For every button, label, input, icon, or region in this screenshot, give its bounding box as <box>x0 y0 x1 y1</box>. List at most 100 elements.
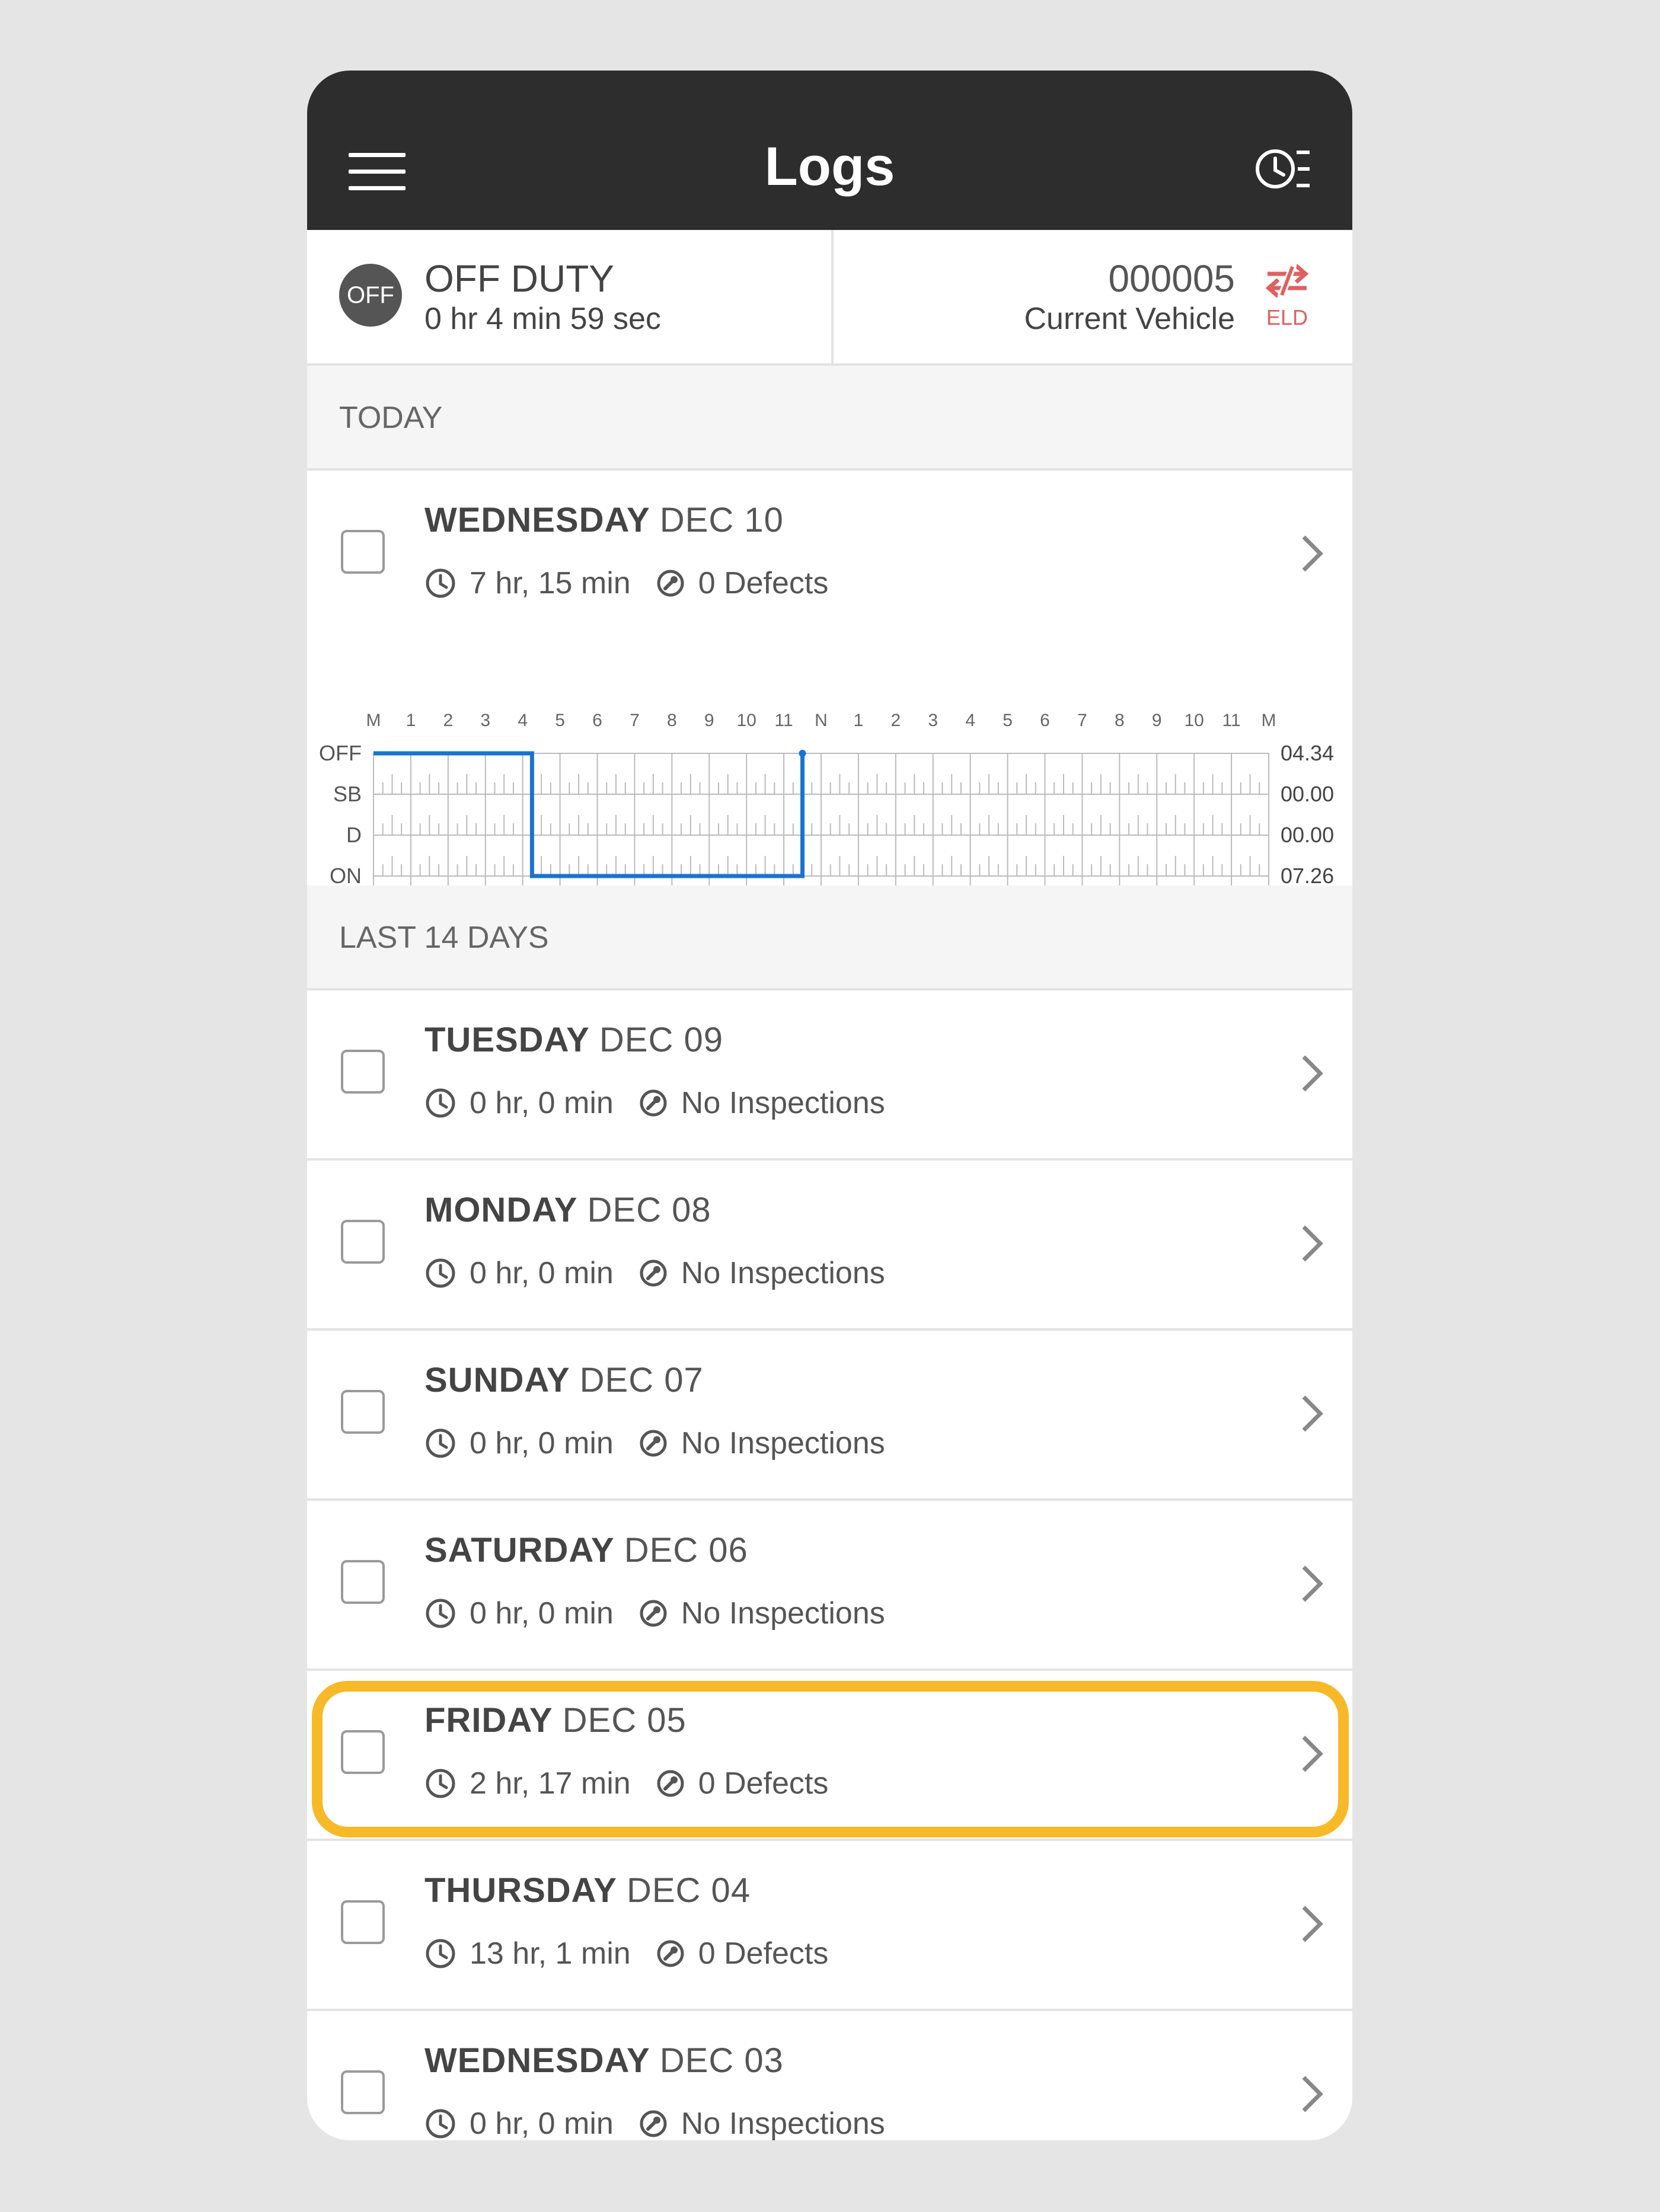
hour-label: 8 <box>667 711 677 730</box>
section-today: TODAY <box>307 366 1352 471</box>
wrench-icon <box>657 570 684 597</box>
row-checkbox[interactable] <box>341 1730 385 1774</box>
row-day: WEDNESDAY DEC 03 <box>424 2041 784 2080</box>
wrench-icon <box>640 1600 667 1627</box>
log-row[interactable]: WEDNESDAY DEC 03 0 hr, 0 min No Inspection… <box>307 2011 1352 2140</box>
row-checkbox[interactable] <box>341 1560 385 1604</box>
log-row[interactable]: MONDAY DEC 08 0 hr, 0 min No Inspections <box>307 1161 1352 1331</box>
hour-label: 11 <box>1222 711 1241 730</box>
status-total: 00.00 <box>1281 823 1334 847</box>
clock-icon <box>426 1939 455 1968</box>
row-date: DEC 04 <box>626 1871 751 1910</box>
log-row[interactable]: SUNDAY DEC 07 0 hr, 0 min No Inspections <box>307 1331 1352 1501</box>
status-total: 00.00 <box>1281 782 1334 806</box>
row-date: DEC 03 <box>659 2041 784 2080</box>
log-row-today[interactable]: WEDNESDAY DEC 10 7 hr, 15 min 0 Defects … <box>307 471 1352 954</box>
hour-label: 7 <box>630 711 640 730</box>
hour-label: 7 <box>1077 711 1087 730</box>
clock-icon <box>426 1599 455 1628</box>
hour-label: M <box>366 711 381 730</box>
row-inspection: 0 Defects <box>698 1766 829 1801</box>
duty-status-bar: OFF OFF DUTY 0 hr 4 min 59 sec 000005 Cu… <box>307 230 1352 366</box>
eld-disconnected-icon <box>1265 263 1309 299</box>
wrench-icon <box>657 1940 684 1967</box>
row-checkbox[interactable] <box>341 1390 385 1434</box>
wrench-icon <box>640 1260 667 1287</box>
hour-label: 5 <box>555 711 565 730</box>
hour-label: 1 <box>854 711 864 730</box>
hour-label: M <box>1262 711 1276 730</box>
eld-label: ELD <box>1266 305 1308 330</box>
hour-label: 10 <box>1184 711 1204 730</box>
row-meta: 0 hr, 0 min No Inspections <box>424 1425 885 1461</box>
hour-label: 10 <box>736 711 756 730</box>
row-meta: 0 hr, 0 min No Inspections <box>424 1255 885 1291</box>
divider <box>831 230 834 363</box>
page-title: Logs <box>764 136 895 197</box>
vehicle-id[interactable]: 000005 <box>1108 257 1235 301</box>
wrench-icon <box>640 2110 667 2137</box>
row-day: TUESDAY DEC 09 <box>424 1021 723 1059</box>
row-inspection: No Inspections <box>681 1426 885 1460</box>
hour-label: 9 <box>704 711 714 730</box>
row-meta: 0 hr, 0 min No Inspections <box>424 2106 885 2140</box>
wrench-icon <box>657 1770 684 1797</box>
hour-label: 3 <box>928 711 938 730</box>
row-day: SATURDAY DEC 06 <box>424 1531 748 1570</box>
duty-current-point <box>799 750 806 757</box>
row-inspection: No Inspections <box>681 1596 885 1631</box>
row-day: MONDAY DEC 08 <box>424 1191 711 1229</box>
wrench-icon <box>640 1089 667 1117</box>
clock-icon <box>426 1769 455 1798</box>
status-label: ON <box>330 864 362 888</box>
row-duration: 7 hr, 15 min <box>470 566 631 600</box>
row-duration: 0 hr, 0 min <box>470 1086 614 1120</box>
duty-status-badge: OFF <box>339 264 402 327</box>
row-meta: 13 hr, 1 min 0 Defects <box>424 1936 828 1971</box>
hour-label: 9 <box>1152 711 1162 730</box>
row-date: DEC 07 <box>579 1361 704 1399</box>
row-day: WEDNESDAY DEC 10 <box>424 501 784 539</box>
row-checkbox[interactable] <box>341 530 385 574</box>
section-today-label: TODAY <box>339 401 443 435</box>
row-inspection: 0 Defects <box>698 566 829 600</box>
chevron-right-icon <box>1302 1906 1323 1942</box>
row-date: DEC 06 <box>624 1531 748 1570</box>
status-label: D <box>346 823 362 847</box>
row-meta: 0 hr, 0 min No Inspections <box>424 1596 885 1631</box>
hour-label: 5 <box>1003 711 1013 730</box>
row-duration: 0 hr, 0 min <box>470 2106 614 2140</box>
status-label: OFF <box>319 741 362 765</box>
row-duration: 0 hr, 0 min <box>470 1596 614 1631</box>
chevron-right-icon <box>1302 1735 1323 1772</box>
log-row[interactable]: SATURDAY DEC 06 0 hr, 0 min No Inspections <box>307 1501 1352 1671</box>
row-checkbox[interactable] <box>341 1050 385 1094</box>
row-checkbox[interactable] <box>341 2070 385 2114</box>
hour-label: 2 <box>890 711 901 730</box>
row-checkbox[interactable] <box>341 1220 385 1264</box>
hour-label: 4 <box>518 711 528 730</box>
chevron-right-icon <box>1302 1565 1323 1602</box>
chevron-right-icon <box>1302 1055 1323 1092</box>
app-header: Logs <box>307 71 1352 230</box>
row-inspection: 0 Defects <box>698 1936 829 1971</box>
log-row[interactable]: TUESDAY DEC 09 0 hr, 0 min No Inspections <box>307 990 1352 1161</box>
hour-label: 3 <box>480 711 490 730</box>
clock-icon <box>426 1088 455 1118</box>
clock-list-icon[interactable] <box>1254 146 1311 191</box>
clock-icon <box>426 568 455 598</box>
row-checkbox[interactable] <box>341 1900 385 1944</box>
log-row[interactable]: FRIDAY DEC 05 2 hr, 17 min 0 Defects <box>307 1671 1352 1841</box>
row-day: SUNDAY DEC 07 <box>424 1361 704 1399</box>
hour-label: 6 <box>592 711 602 730</box>
hour-label: 2 <box>443 711 453 730</box>
chevron-right-icon <box>1302 535 1323 572</box>
eld-connection-button[interactable]: ELD <box>1263 263 1311 340</box>
duty-status-timer: 0 hr 4 min 59 sec <box>424 302 661 336</box>
chevron-right-icon <box>1302 1395 1323 1432</box>
clock-icon <box>426 2109 455 2139</box>
duty-status-label[interactable]: OFF DUTY <box>424 257 614 301</box>
hour-label: N <box>815 711 828 730</box>
row-date: DEC 10 <box>659 501 784 539</box>
log-row[interactable]: THURSDAY DEC 04 13 hr, 1 min 0 Defects <box>307 1841 1352 2011</box>
